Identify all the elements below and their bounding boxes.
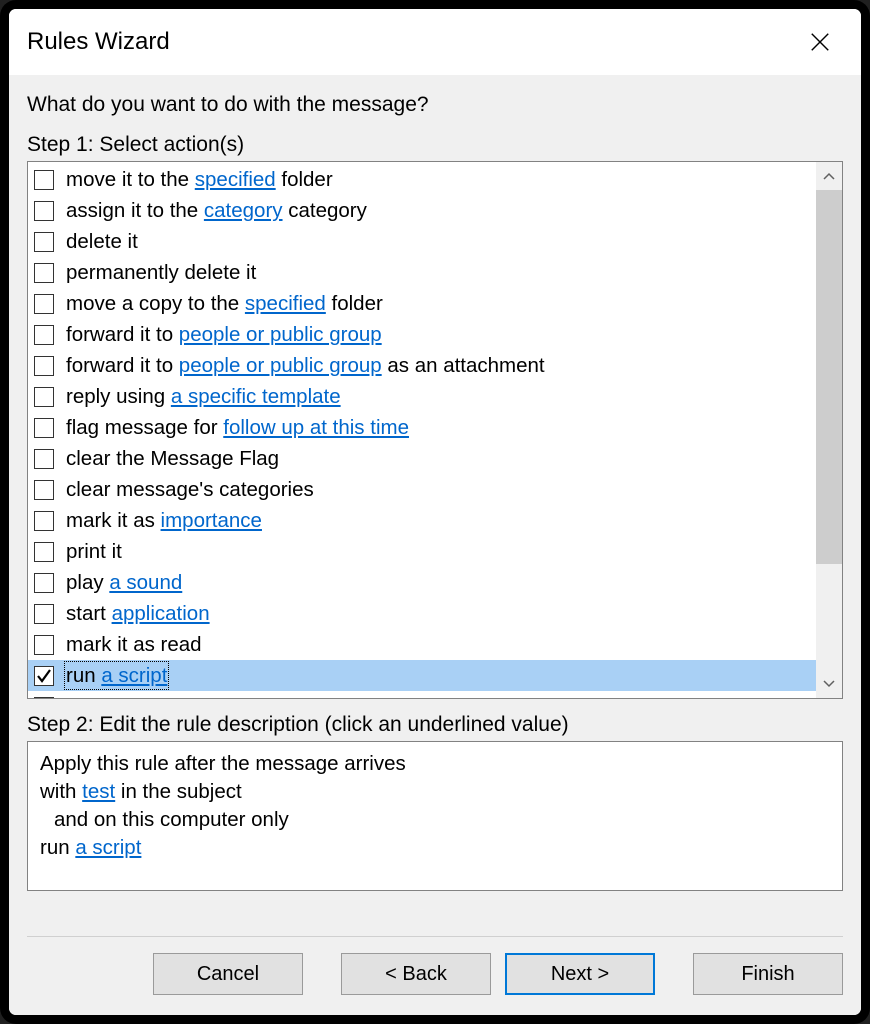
action-label: play a sound xyxy=(64,568,184,597)
action-row[interactable]: flag message for follow up at this time xyxy=(28,412,816,443)
action-link[interactable]: follow up at this time xyxy=(223,416,409,439)
desc-line: with test in the subject xyxy=(40,778,830,806)
scroll-track[interactable] xyxy=(816,190,842,670)
finish-button[interactable]: Finish xyxy=(693,953,843,995)
action-checkbox[interactable] xyxy=(34,201,54,221)
action-row[interactable]: clear message's categories xyxy=(28,474,816,505)
action-label: mark it as importance xyxy=(64,506,264,535)
action-label: delete it xyxy=(64,227,140,256)
desc-line: and on this computer only xyxy=(40,806,830,834)
action-row[interactable]: mark it as importance xyxy=(28,505,816,536)
step1-label: Step 1: Select action(s) xyxy=(27,133,843,157)
action-checkbox[interactable] xyxy=(34,635,54,655)
prompt-text: What do you want to do with the message? xyxy=(27,93,843,117)
back-button[interactable]: < Back xyxy=(341,953,491,995)
action-label: start application xyxy=(64,599,212,628)
action-row[interactable]: print it xyxy=(28,536,816,567)
action-label: move a copy to the specified folder xyxy=(64,289,385,318)
action-link[interactable]: people or public group xyxy=(179,354,382,377)
action-row[interactable]: reply using a specific template xyxy=(28,381,816,412)
button-bar: Cancel < Back Next > Finish xyxy=(27,936,843,1015)
action-row[interactable]: assign it to the category category xyxy=(28,195,816,226)
action-checkbox[interactable] xyxy=(34,418,54,438)
action-label: permanently delete it xyxy=(64,258,258,287)
rule-description-box: Apply this rule after the message arrive… xyxy=(27,741,843,891)
action-checkbox[interactable] xyxy=(34,449,54,469)
action-checkbox[interactable] xyxy=(34,573,54,593)
cancel-button[interactable]: Cancel xyxy=(153,953,303,995)
action-label: clear the Message Flag xyxy=(64,444,281,473)
action-label: flag message for follow up at this time xyxy=(64,413,411,442)
action-label: stop processing more rules xyxy=(64,692,314,698)
action-checkbox[interactable] xyxy=(34,170,54,190)
action-label: print it xyxy=(64,537,124,566)
action-link[interactable]: category xyxy=(204,199,283,222)
action-link[interactable]: application xyxy=(112,602,210,625)
action-link[interactable]: specified xyxy=(195,168,276,191)
action-row[interactable]: clear the Message Flag xyxy=(28,443,816,474)
scroll-thumb[interactable] xyxy=(816,190,842,564)
action-checkbox[interactable] xyxy=(34,480,54,500)
action-label: assign it to the category category xyxy=(64,196,369,225)
action-row[interactable]: move it to the specified folder xyxy=(28,164,816,195)
titlebar: Rules Wizard xyxy=(9,9,861,75)
action-row[interactable]: mark it as read xyxy=(28,629,816,660)
desc-line: run a script xyxy=(40,834,830,862)
action-label: clear message's categories xyxy=(64,475,316,504)
next-button[interactable]: Next > xyxy=(505,953,655,995)
action-row[interactable]: play a sound xyxy=(28,567,816,598)
action-link[interactable]: specified xyxy=(245,292,326,315)
action-row[interactable]: run a script xyxy=(28,660,816,691)
action-label: reply using a specific template xyxy=(64,382,343,411)
action-checkbox[interactable] xyxy=(34,325,54,345)
action-link[interactable]: a specific template xyxy=(171,385,341,408)
action-link[interactable]: importance xyxy=(161,509,262,532)
step2-label: Step 2: Edit the rule description (click… xyxy=(27,713,843,737)
action-label: mark it as read xyxy=(64,630,204,659)
action-link[interactable]: a script xyxy=(101,664,167,687)
desc-link-test[interactable]: test xyxy=(82,780,115,803)
dialog-content: What do you want to do with the message?… xyxy=(9,75,861,1015)
action-checkbox[interactable] xyxy=(34,511,54,531)
action-link[interactable]: people or public group xyxy=(179,323,382,346)
action-checkbox[interactable] xyxy=(34,263,54,283)
action-checkbox[interactable] xyxy=(34,232,54,252)
action-checkbox[interactable] xyxy=(34,542,54,562)
scrollbar[interactable] xyxy=(816,162,842,698)
action-label: forward it to people or public group as … xyxy=(64,351,547,380)
action-checkbox[interactable] xyxy=(34,697,54,699)
action-row[interactable]: delete it xyxy=(28,226,816,257)
rules-wizard-dialog: Rules Wizard What do you want to do with… xyxy=(8,8,862,1016)
action-checkbox[interactable] xyxy=(34,666,54,686)
scroll-down-icon[interactable] xyxy=(816,670,842,698)
action-row[interactable]: permanently delete it xyxy=(28,257,816,288)
action-row[interactable]: start application xyxy=(28,598,816,629)
action-row[interactable]: forward it to people or public group xyxy=(28,319,816,350)
action-label: move it to the specified folder xyxy=(64,165,335,194)
action-row[interactable]: forward it to people or public group as … xyxy=(28,350,816,381)
action-checkbox[interactable] xyxy=(34,387,54,407)
actions-panel: move it to the specified folderassign it… xyxy=(27,161,843,699)
action-label: forward it to people or public group xyxy=(64,320,384,349)
action-row[interactable]: stop processing more rules xyxy=(28,691,816,698)
scroll-up-icon[interactable] xyxy=(816,162,842,190)
desc-line: Apply this rule after the message arrive… xyxy=(40,750,830,778)
action-checkbox[interactable] xyxy=(34,356,54,376)
action-row[interactable]: move a copy to the specified folder xyxy=(28,288,816,319)
action-checkbox[interactable] xyxy=(34,294,54,314)
action-link[interactable]: a sound xyxy=(109,571,182,594)
action-label: run a script xyxy=(64,661,169,690)
actions-list[interactable]: move it to the specified folderassign it… xyxy=(28,162,816,698)
dialog-title: Rules Wizard xyxy=(27,28,170,56)
close-icon[interactable] xyxy=(797,19,843,65)
desc-link-a-script[interactable]: a script xyxy=(75,836,141,859)
action-checkbox[interactable] xyxy=(34,604,54,624)
